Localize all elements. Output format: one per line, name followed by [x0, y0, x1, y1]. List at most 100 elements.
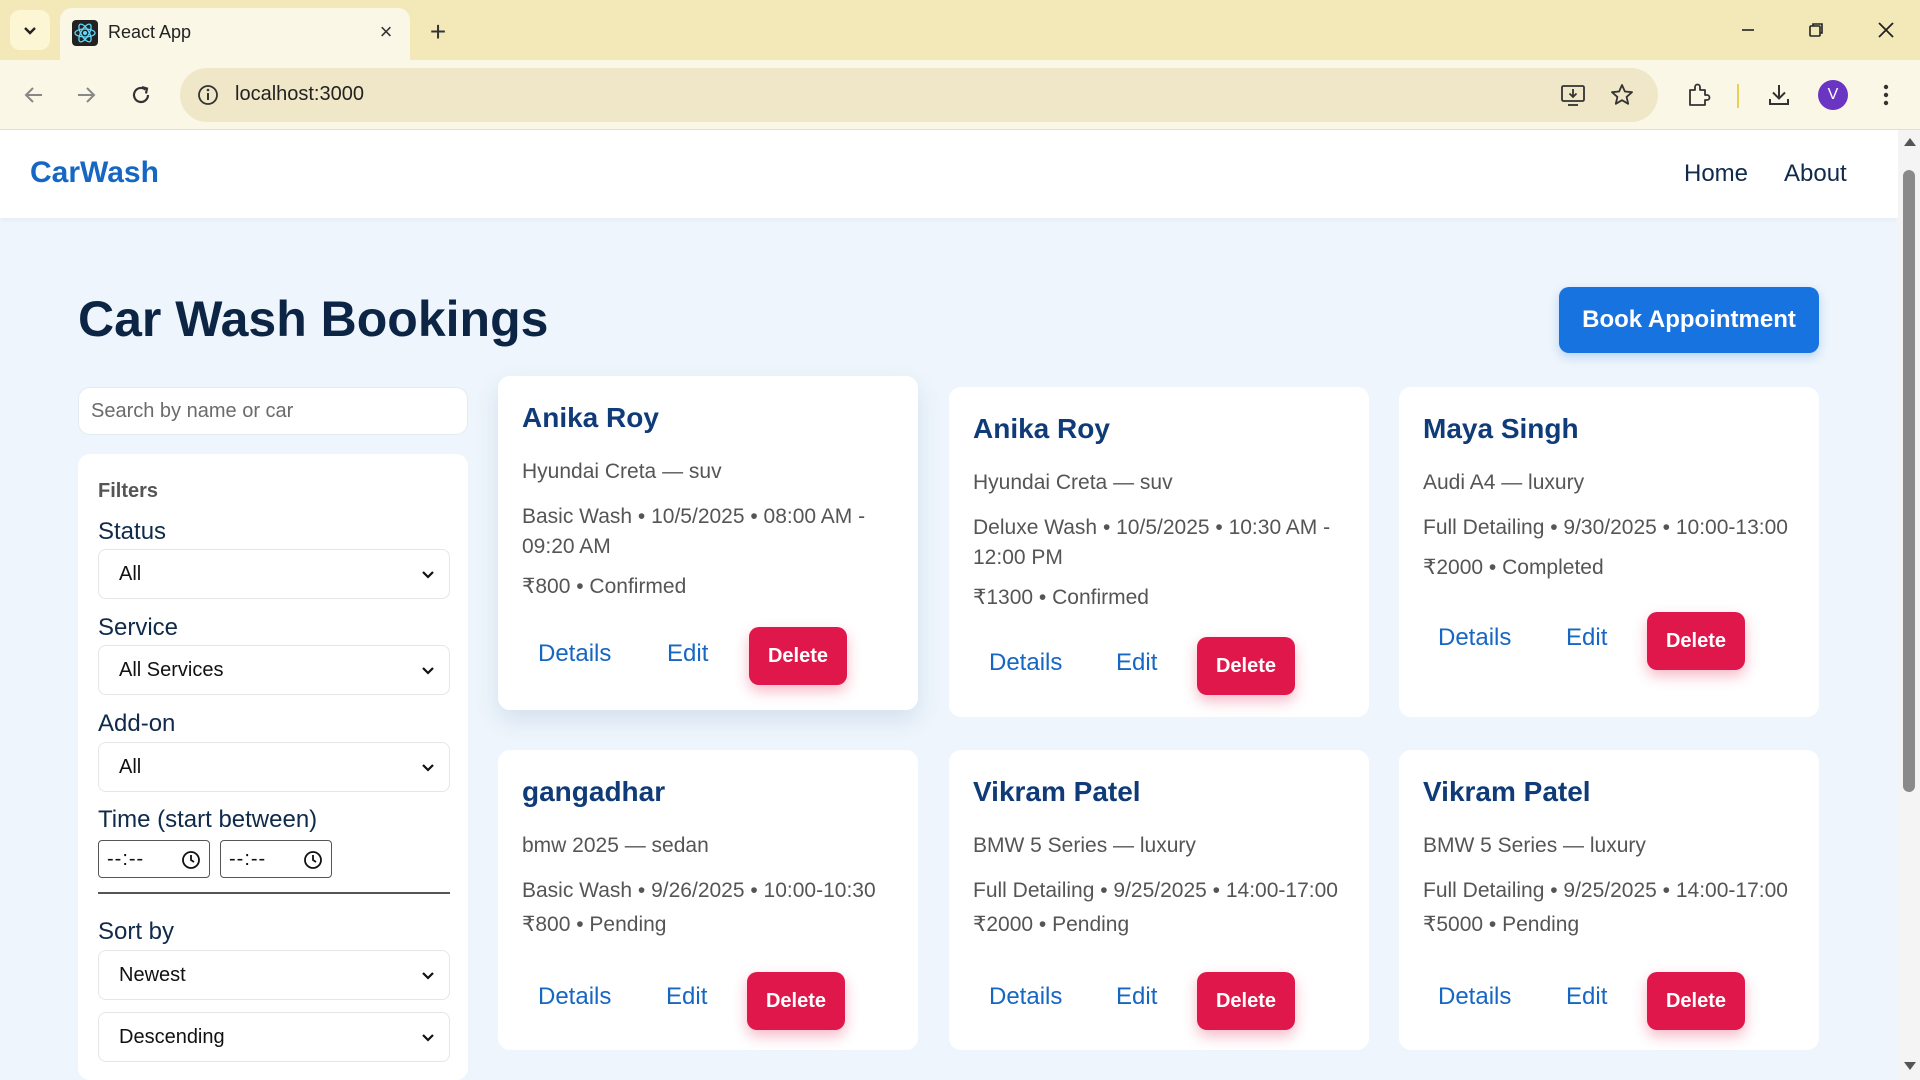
details-button[interactable]: Details: [989, 983, 1062, 1011]
delete-button[interactable]: Delete: [1197, 972, 1295, 1030]
time-from-input[interactable]: --:--: [98, 840, 210, 878]
forward-button[interactable]: [66, 75, 106, 115]
reload-icon: [132, 85, 150, 104]
customer-name: Anika Roy: [522, 402, 659, 433]
toolbar-divider: [1737, 84, 1739, 108]
page-title: Car Wash Bookings: [78, 291, 549, 347]
time-label: Time (start between): [98, 806, 318, 833]
service-select-value: All Services: [119, 659, 224, 681]
status-select[interactable]: All: [98, 549, 450, 599]
download-icon: [1769, 85, 1789, 105]
react-logo-icon: [72, 20, 98, 46]
delete-button[interactable]: Delete: [747, 972, 845, 1030]
install-icon: [1561, 85, 1585, 106]
bookmark-button[interactable]: [1607, 80, 1637, 110]
browser-menu-button[interactable]: [1866, 75, 1906, 115]
back-button[interactable]: [14, 75, 54, 115]
profile-avatar[interactable]: V: [1818, 80, 1848, 110]
edit-button[interactable]: Edit: [667, 640, 708, 668]
price-status: ₹5000 • Pending: [1423, 913, 1580, 936]
price-status: ₹2000 • Completed: [1423, 556, 1604, 579]
new-tab-button[interactable]: +: [420, 14, 456, 50]
scrollbar-thumb[interactable]: [1903, 170, 1915, 792]
booking-card: Vikram Patel BMW 5 Series — luxury Full …: [1399, 750, 1819, 1050]
delete-button[interactable]: Delete: [1647, 972, 1745, 1030]
address-bar[interactable]: localhost:3000: [180, 68, 1658, 122]
customer-name: Vikram Patel: [1423, 776, 1591, 807]
price-status: ₹800 • Pending: [522, 913, 667, 936]
details-button[interactable]: Details: [989, 649, 1062, 677]
edit-button[interactable]: Edit: [666, 983, 707, 1011]
chevron-down-icon: [422, 1034, 434, 1042]
details-button[interactable]: Details: [1438, 983, 1511, 1011]
minimize-button[interactable]: [1718, 8, 1778, 52]
search-input[interactable]: [78, 387, 468, 435]
car-info: Hyundai Creta — suv: [522, 460, 722, 483]
edit-button[interactable]: Edit: [1566, 983, 1607, 1011]
service-info: Basic Wash • 9/26/2025 • 10:00-10:30: [522, 879, 876, 902]
time-to-value: --:--: [229, 848, 267, 870]
service-info: Full Detailing • 9/30/2025 • 10:00-13:00: [1423, 516, 1788, 539]
status-label: Status: [98, 518, 167, 545]
restore-icon: [1809, 23, 1823, 37]
close-window-button[interactable]: [1856, 8, 1916, 52]
status-select-value: All: [119, 563, 142, 585]
details-button[interactable]: Details: [538, 983, 611, 1011]
nav-about-link[interactable]: About: [1784, 160, 1847, 188]
customer-name: Anika Roy: [973, 413, 1110, 444]
reload-button[interactable]: [121, 75, 161, 115]
puzzle-icon: [1689, 83, 1711, 106]
edit-button[interactable]: Edit: [1116, 649, 1157, 677]
scroll-down-arrow-icon[interactable]: [1904, 1062, 1916, 1070]
filters-divider: [98, 892, 450, 894]
service-label: Service: [98, 614, 179, 641]
car-info: BMW 5 Series — luxury: [1423, 834, 1646, 857]
price-status: ₹800 • Confirmed: [522, 575, 687, 598]
book-appointment-button[interactable]: Book Appointment: [1559, 287, 1819, 353]
clock-icon: [182, 851, 200, 869]
chevron-down-icon: [24, 27, 36, 35]
more-vertical-icon: [1883, 84, 1889, 106]
sort-select[interactable]: Newest: [98, 950, 450, 1000]
filters-title: Filters: [98, 480, 159, 502]
tab-search-button[interactable]: [10, 10, 50, 50]
time-from-value: --:--: [107, 848, 145, 870]
booking-card: gangadhar bmw 2025 — sedan Basic Wash • …: [498, 750, 918, 1050]
order-select-value: Descending: [119, 1026, 225, 1048]
delete-button[interactable]: Delete: [1647, 612, 1745, 670]
tab-close-icon[interactable]: ×: [372, 18, 400, 46]
browser-toolbar: localhost:3000 V: [0, 60, 1920, 130]
delete-button[interactable]: Delete: [749, 627, 847, 685]
delete-button[interactable]: Delete: [1197, 637, 1295, 695]
service-info: Deluxe Wash • 10/5/2025 • 10:30 AM - 12:…: [973, 516, 1331, 569]
details-button[interactable]: Details: [538, 640, 611, 668]
tab-title: React App: [108, 22, 192, 42]
edit-button[interactable]: Edit: [1566, 624, 1607, 652]
browser-tab[interactable]: React App ×: [60, 8, 410, 60]
filters-panel: Filters Status All Service All Services …: [78, 454, 468, 1080]
order-select[interactable]: Descending: [98, 1012, 450, 1062]
addon-select-value: All: [119, 756, 142, 778]
details-button[interactable]: Details: [1438, 624, 1511, 652]
booking-card: Vikram Patel BMW 5 Series — luxury Full …: [949, 750, 1369, 1050]
nav-home-link[interactable]: Home: [1684, 160, 1748, 188]
booking-card: Maya Singh Audi A4 — luxury Full Detaili…: [1399, 387, 1819, 717]
brand-logo[interactable]: CarWash: [30, 156, 159, 190]
chevron-down-icon: [422, 667, 434, 675]
sort-label: Sort by: [98, 918, 175, 945]
addon-select[interactable]: All: [98, 742, 450, 792]
extensions-button[interactable]: [1679, 75, 1719, 115]
page-viewport: CarWash Home About Car Wash Bookings Boo…: [0, 130, 1898, 1080]
service-select[interactable]: All Services: [98, 645, 450, 695]
downloads-button[interactable]: [1759, 75, 1799, 115]
time-to-input[interactable]: --:--: [220, 840, 332, 878]
install-app-button[interactable]: [1558, 80, 1588, 110]
app-navbar: CarWash Home About: [0, 130, 1898, 218]
scroll-up-arrow-icon[interactable]: [1904, 138, 1916, 146]
car-info: bmw 2025 — sedan: [522, 834, 709, 857]
close-icon: [1878, 22, 1894, 38]
restore-button[interactable]: [1786, 8, 1846, 52]
edit-button[interactable]: Edit: [1116, 983, 1157, 1011]
page-scrollbar[interactable]: [1898, 130, 1920, 1080]
customer-name: Maya Singh: [1423, 413, 1579, 444]
